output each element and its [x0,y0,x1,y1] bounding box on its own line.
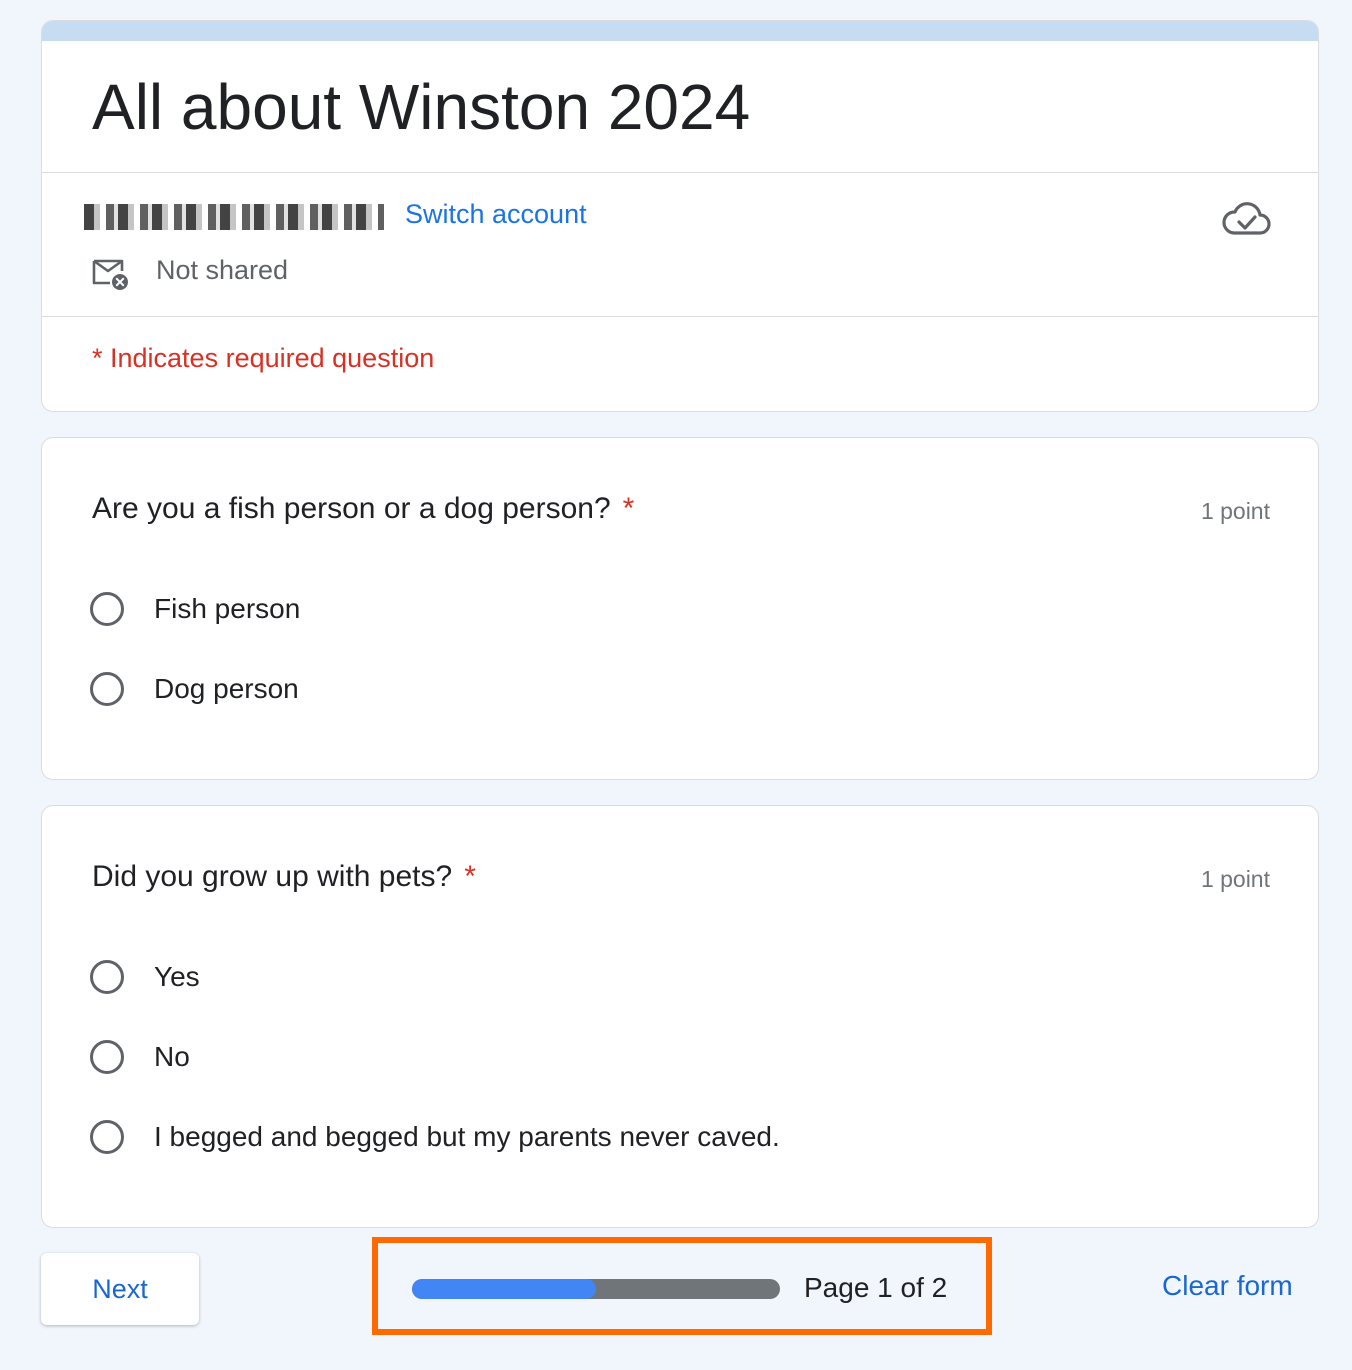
radio-option-fish-person[interactable]: Fish person [90,592,300,626]
required-note: * Indicates required question [92,343,435,373]
page-indicator: Page 1 of 2 [804,1272,948,1303]
question-card-2: Did you grow up with pets? * 1 point Yes … [41,805,1319,1228]
clear-form-button[interactable]: Clear form [1162,1270,1293,1302]
question-title: Did you grow up with pets? * [92,860,476,894]
account-email-redacted [84,204,384,230]
question-text: Did you grow up with pets? [92,860,453,893]
option-label: I begged and begged but my parents never… [154,1121,780,1152]
question-text: Are you a fish person or a dog person? [92,492,611,525]
radio-button[interactable] [90,1120,124,1154]
radio-option-begged[interactable]: I begged and begged but my parents never… [90,1120,780,1154]
divider [42,316,1318,317]
radio-button[interactable] [90,592,124,626]
points-label: 1 point [1200,866,1270,892]
option-label: No [154,1041,190,1072]
question-card-1: Are you a fish person or a dog person? * … [41,437,1319,780]
progress-bar [412,1279,780,1299]
form-title: All about Winston 2024 [92,71,751,143]
radio-option-yes[interactable]: Yes [90,960,200,994]
option-label: Fish person [154,593,301,624]
mail-not-shared-icon [92,259,128,290]
points-label: 1 point [1200,498,1270,524]
divider [42,172,1318,173]
required-asterisk: * [622,492,635,525]
radio-button[interactable] [90,960,124,994]
radio-option-no[interactable]: No [90,1040,190,1074]
required-asterisk: * [464,860,476,893]
not-shared-label: Not shared [156,255,289,285]
radio-button[interactable] [90,672,124,706]
progress-bar-fill [412,1279,596,1299]
option-label: Dog person [154,673,299,704]
header-accent-strip [42,21,1318,41]
cloud-check-icon[interactable] [1222,199,1272,239]
question-title: Are you a fish person or a dog person? * [92,492,634,526]
option-label: Yes [154,961,200,992]
switch-account-link[interactable]: Switch account [405,199,587,230]
form-header-card: All about Winston 2024 Switch account No… [41,20,1319,412]
radio-option-dog-person[interactable]: Dog person [90,672,299,706]
next-button[interactable]: Next [41,1253,199,1325]
progress-highlight-box: Page 1 of 2 [372,1237,992,1335]
radio-button[interactable] [90,1040,124,1074]
